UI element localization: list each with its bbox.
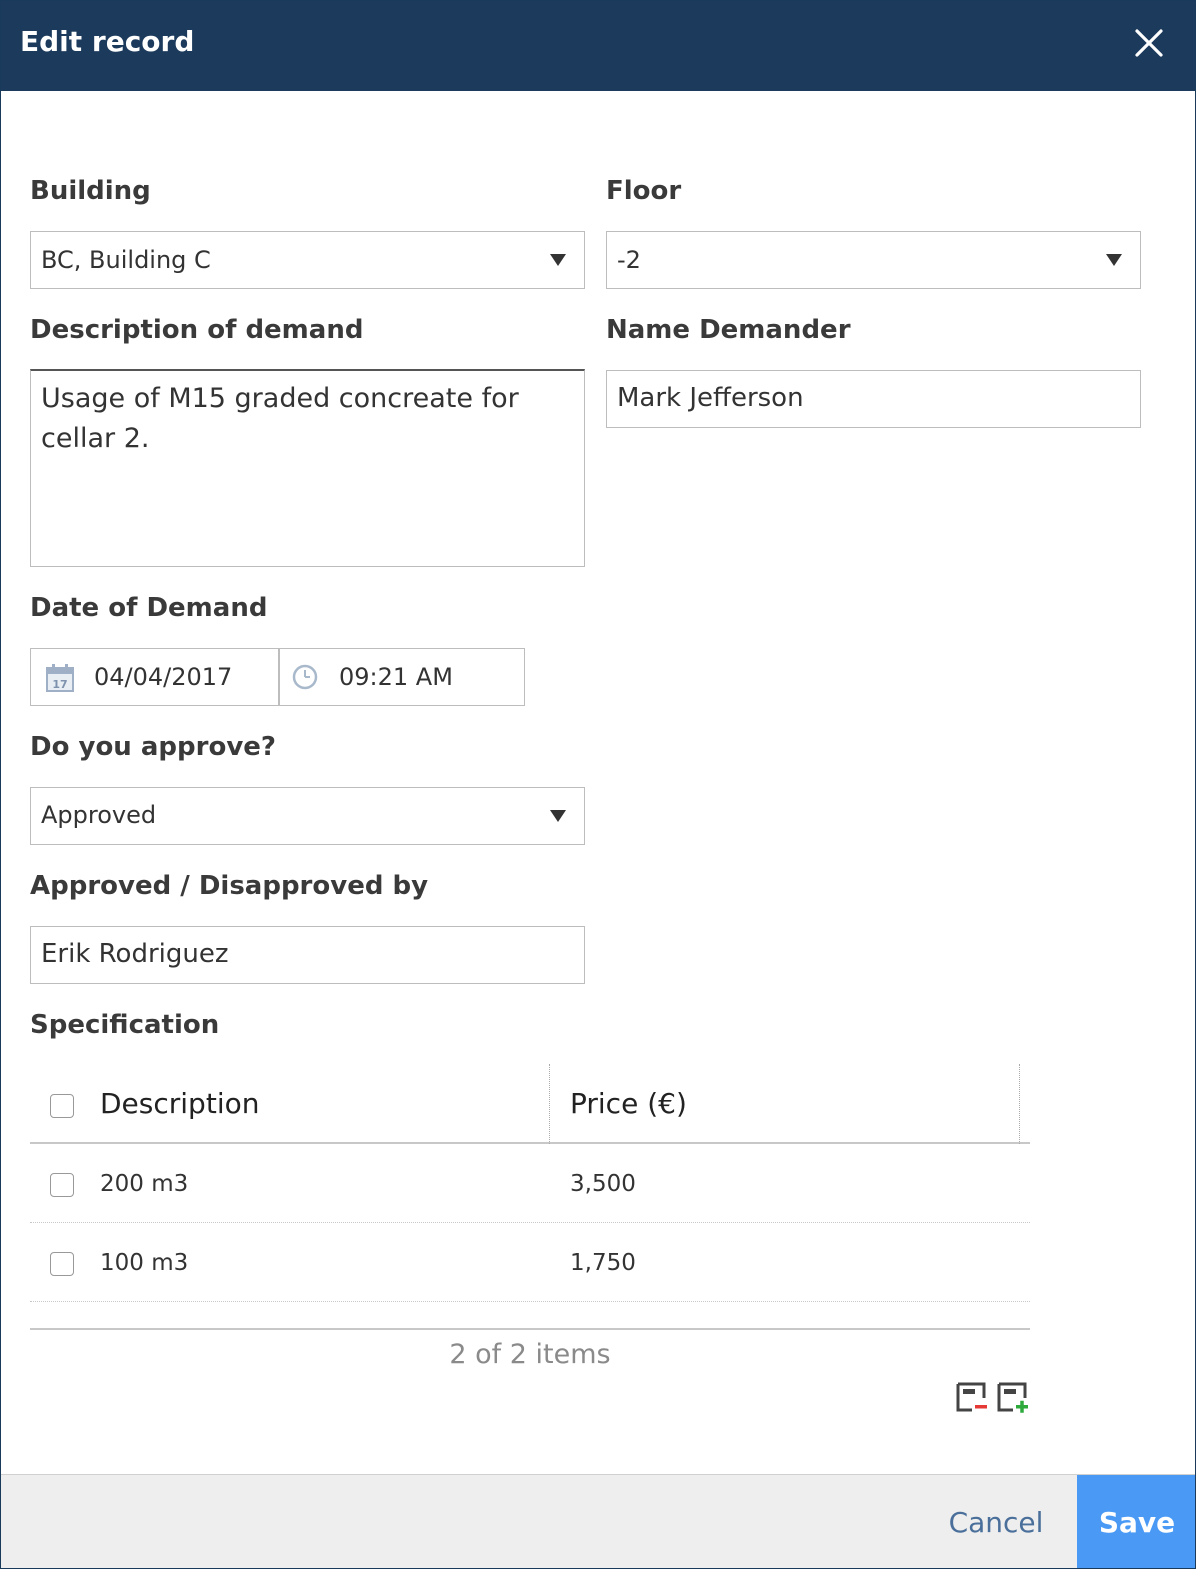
floor-value: -2	[617, 246, 641, 274]
edit-record-dialog: Edit record Building BC, Building C Floo…	[0, 0, 1196, 1569]
table-header: Description Price (€)	[30, 1064, 1030, 1144]
row-description: 200 m3	[100, 1171, 189, 1197]
building-value: BC, Building C	[41, 246, 211, 274]
description-textarea[interactable]: Usage of M15 graded concreate for cellar…	[30, 369, 585, 567]
clock-icon	[292, 664, 318, 690]
building-select[interactable]: BC, Building C	[30, 231, 585, 289]
caret-down-icon	[1106, 254, 1122, 266]
specification-label: Specification	[30, 1010, 220, 1040]
row-price: 3,500	[570, 1171, 636, 1197]
row-description: 100 m3	[100, 1250, 189, 1276]
column-divider[interactable]	[1019, 1064, 1020, 1144]
row-checkbox[interactable]	[50, 1252, 74, 1276]
name-demander-value: Mark Jefferson	[617, 383, 804, 413]
date-picker[interactable]: 17 04/04/2017	[31, 649, 278, 705]
cancel-button[interactable]: Cancel	[921, 1475, 1071, 1568]
pager-info: 2 of 2 items	[449, 1339, 611, 1370]
time-picker[interactable]: 09:21 AM	[280, 649, 524, 705]
save-button[interactable]: Save	[1077, 1475, 1195, 1568]
approve-select[interactable]: Approved	[30, 787, 585, 845]
column-divider[interactable]	[549, 1064, 550, 1144]
date-of-demand-label: Date of Demand	[30, 593, 268, 623]
approved-by-value: Erik Rodriguez	[41, 939, 229, 969]
description-label: Description of demand	[30, 315, 364, 345]
table-row[interactable]: 200 m3 3,500	[30, 1144, 1030, 1223]
date-value: 04/04/2017	[94, 663, 233, 691]
table-footer-line	[30, 1328, 1030, 1330]
row-checkbox[interactable]	[50, 1173, 74, 1197]
dialog-header: Edit record	[1, 1, 1195, 91]
close-icon	[1135, 29, 1163, 57]
svg-text:17: 17	[52, 678, 67, 691]
remove-row-button[interactable]	[956, 1380, 990, 1414]
name-demander-label: Name Demander	[606, 315, 851, 345]
name-demander-input[interactable]: Mark Jefferson	[606, 370, 1141, 428]
caret-down-icon	[550, 254, 566, 266]
approved-by-input[interactable]: Erik Rodriguez	[30, 926, 585, 984]
dialog-title: Edit record	[20, 25, 195, 58]
caret-down-icon	[550, 810, 566, 822]
approve-value: Approved	[41, 801, 157, 829]
approved-by-label: Approved / Disapproved by	[30, 871, 429, 901]
table-row[interactable]: 100 m3 1,750	[30, 1223, 1030, 1302]
remove-row-icon	[956, 1382, 987, 1412]
building-label: Building	[30, 176, 151, 206]
add-row-button[interactable]	[997, 1380, 1031, 1414]
floor-label: Floor	[606, 176, 682, 206]
dialog-footer: Cancel Save	[1, 1474, 1195, 1568]
date-time-picker: 17 04/04/2017 09:21 AM	[30, 648, 525, 706]
close-button[interactable]	[1133, 27, 1165, 59]
add-row-icon	[997, 1382, 1028, 1413]
select-all-checkbox[interactable]	[50, 1094, 74, 1118]
column-header-price[interactable]: Price (€)	[570, 1087, 687, 1121]
row-price: 1,750	[570, 1250, 636, 1276]
floor-select[interactable]: -2	[606, 231, 1141, 289]
column-header-description[interactable]: Description	[100, 1087, 259, 1121]
time-value: 09:21 AM	[339, 663, 453, 691]
approve-label: Do you approve?	[30, 732, 276, 762]
calendar-icon: 17	[46, 664, 74, 692]
